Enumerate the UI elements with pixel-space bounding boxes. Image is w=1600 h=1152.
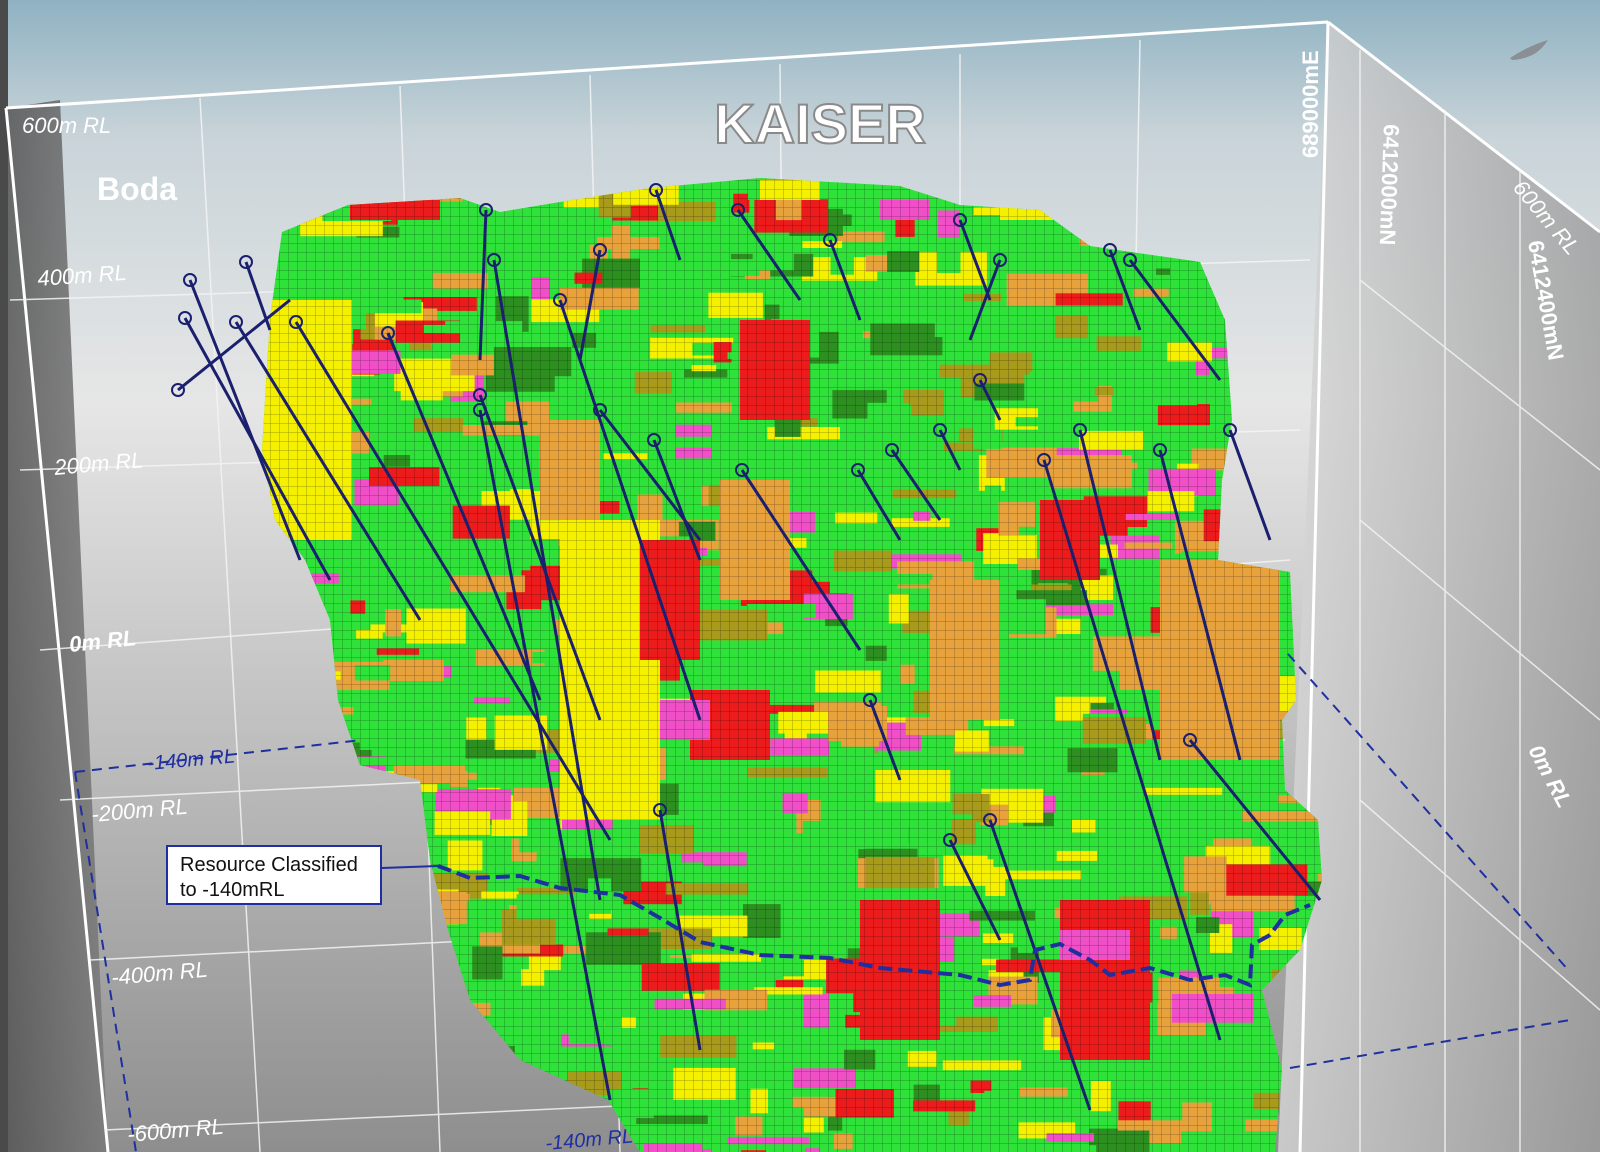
model-viewport: KAISER Boda 600m RL 400m RL 200m RL 0m R… [0,0,1600,1152]
left-frame [0,0,8,1152]
resource-callout: Resource Classified to -140mRL [166,845,382,905]
northing-label: 6412000mN [1375,124,1404,246]
easting-label: 689000mE [1298,50,1323,158]
deposit-title: KAISER [714,92,926,155]
boda-label: Boda [97,171,177,207]
rl-label: 600m RL [22,113,111,138]
3d-block-model-view: KAISER Boda 600m RL 400m RL 200m RL 0m R… [0,0,1600,1152]
callout-line-1: Resource Classified [180,854,358,876]
callout-line-2: to -140mRL [180,879,285,901]
